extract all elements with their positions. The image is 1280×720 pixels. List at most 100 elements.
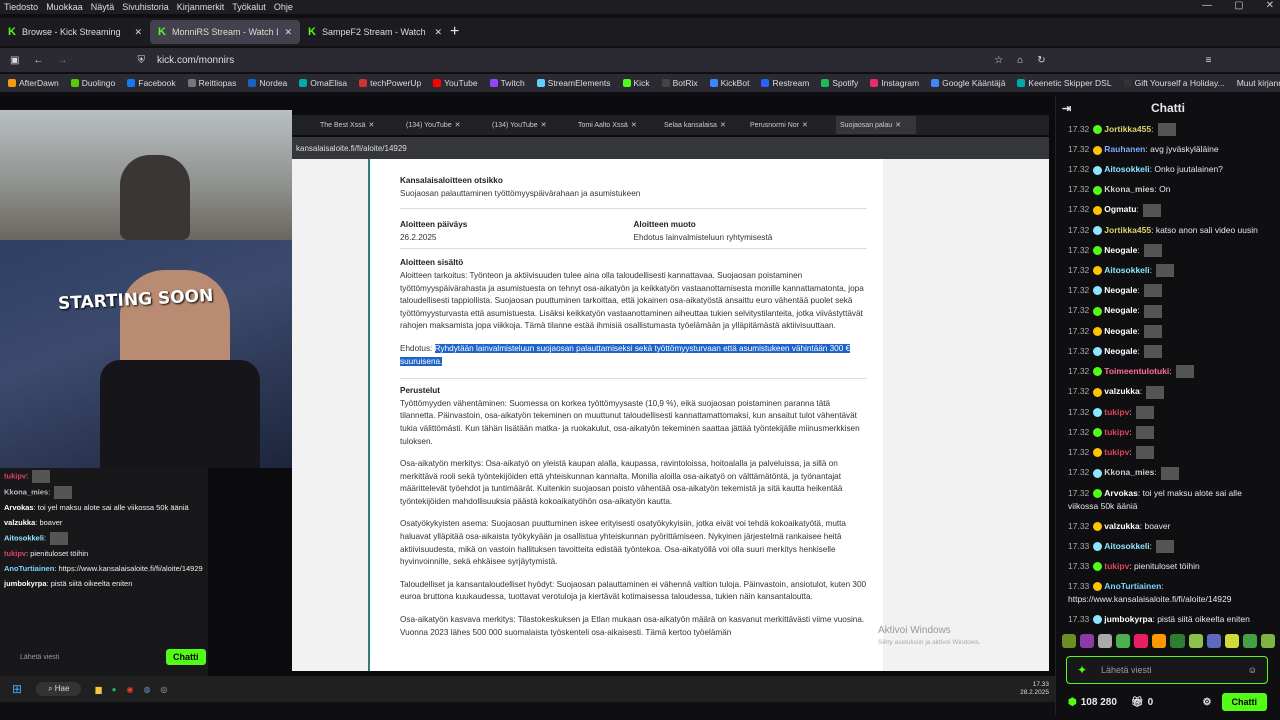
emote-icon[interactable] xyxy=(1080,634,1095,648)
inner-tab-close-icon[interactable]: ✕ xyxy=(720,121,726,129)
message-user[interactable]: Neogale xyxy=(1104,305,1137,315)
message-user[interactable]: valzukka xyxy=(1104,521,1139,531)
message-user[interactable]: Kkona_mies xyxy=(1104,467,1154,477)
message-user[interactable]: AnoTurtiainen xyxy=(1104,581,1161,591)
bookmark-item[interactable]: AfterDawn xyxy=(8,78,59,88)
message-user[interactable]: tukipv xyxy=(1104,447,1129,457)
chat-send-button[interactable]: Chatti xyxy=(1221,693,1267,711)
menu-item[interactable]: Kirjanmerkit xyxy=(177,2,225,12)
message-user[interactable]: Aitosokkeli xyxy=(1104,541,1149,551)
message-user[interactable]: tukipv xyxy=(1104,561,1129,571)
inner-tab-close-icon[interactable]: ✕ xyxy=(369,121,375,129)
menu-item[interactable]: Sivuhistoria xyxy=(122,2,169,12)
tab-close-icon[interactable]: ✕ xyxy=(134,27,142,38)
windows-start-icon[interactable]: ⊞ xyxy=(12,682,22,696)
bookmark-item[interactable]: OmaElisa xyxy=(299,78,347,88)
inner-tab-close-icon[interactable]: ✕ xyxy=(895,121,901,129)
emote-icon[interactable] xyxy=(1062,634,1077,648)
bookmark-item[interactable]: BotRix xyxy=(661,78,698,88)
browser-tab[interactable]: K Browse - Kick Streaming ✕ xyxy=(0,20,150,44)
message-user[interactable]: valzukka xyxy=(1104,386,1139,396)
bookmark-item[interactable]: techPowerUp xyxy=(359,78,421,88)
overlay-chat-input[interactable]: Lähetä viesti xyxy=(20,654,60,661)
message-user[interactable]: tukipv xyxy=(1104,427,1129,437)
overlay-chat-button[interactable]: Chatti xyxy=(166,649,206,665)
menu-item[interactable]: Näytä xyxy=(91,2,115,12)
chat-input[interactable]: ✦ Lähetä viesti ☺ xyxy=(1066,656,1268,684)
bookmark-item[interactable]: Restream xyxy=(761,78,809,88)
settings-icon[interactable]: ⚙ xyxy=(1203,697,1212,708)
bookmark-item[interactable]: YouTube xyxy=(433,78,478,88)
address-bar[interactable]: kick.com/monnirs xyxy=(157,55,234,66)
message-user[interactable]: Neogale xyxy=(1104,245,1137,255)
menu-icon[interactable]: ≡ xyxy=(1206,55,1212,66)
bookmark-item[interactable]: Nordea xyxy=(248,78,287,88)
message-user[interactable]: Jortikka455 xyxy=(1104,124,1151,134)
bookmark-item[interactable]: Google Kääntäjä xyxy=(931,78,1005,88)
inner-tab-close-icon[interactable]: ✕ xyxy=(455,121,461,129)
inner-tab[interactable]: (134) YouTube ✕ xyxy=(406,121,486,130)
message-user[interactable]: Neogale xyxy=(1104,346,1137,356)
menu-item[interactable]: Muokkaa xyxy=(46,2,83,12)
gift-icon[interactable]: 🎁︎ xyxy=(1131,697,1144,708)
emote-icon[interactable] xyxy=(1242,634,1257,648)
inner-tab[interactable]: The Best Xssä ✕ xyxy=(320,121,400,130)
bookmark-item[interactable]: Kick xyxy=(622,78,650,88)
emote-icon[interactable] xyxy=(1134,634,1149,648)
message-user[interactable]: Jortikka455 xyxy=(1104,225,1151,235)
message-user[interactable]: jumbokyrpa xyxy=(1104,614,1152,624)
message-user[interactable]: Aitosokkeli xyxy=(1104,265,1149,275)
inner-tab[interactable]: (134) YouTube ✕ xyxy=(492,121,572,130)
inner-tab-close-icon[interactable]: ✕ xyxy=(541,121,547,129)
bookmark-item[interactable]: Twitch xyxy=(489,78,525,88)
discord-icon[interactable]: ◍ xyxy=(143,685,150,694)
emote-icon[interactable] xyxy=(1188,634,1203,648)
bookmark-item[interactable]: Spotify xyxy=(821,78,858,88)
forward-icon[interactable]: → xyxy=(57,55,67,66)
taskbar-search[interactable]: ⌕ Hae xyxy=(36,682,82,696)
obs-icon[interactable]: ◎ xyxy=(160,685,167,694)
inner-tab[interactable]: Selaa kansalaisa ✕ xyxy=(664,121,744,130)
emote-icon[interactable] xyxy=(1170,634,1185,648)
message-user[interactable]: Rauhanen xyxy=(1104,144,1145,154)
bookmark-item[interactable]: Gift Yourself a Holiday... xyxy=(1123,78,1225,88)
tab-close-icon[interactable]: ✕ xyxy=(284,27,292,38)
collapse-chat-icon[interactable]: ⇥ xyxy=(1062,102,1071,115)
sidebar-icon[interactable]: ▣ xyxy=(10,55,19,66)
emote-icon[interactable] xyxy=(1260,634,1275,648)
bookmark-star-icon[interactable]: ☆ xyxy=(994,55,1003,66)
spotify-icon[interactable]: ● xyxy=(112,685,117,694)
other-bookmarks[interactable]: Muut kirjanmerkit xyxy=(1237,78,1280,88)
bookmark-item[interactable]: Reittiopas xyxy=(187,78,236,88)
bookmark-item[interactable]: StreamElements xyxy=(536,78,611,88)
emote-icon[interactable] xyxy=(1152,634,1167,648)
message-user[interactable]: Ogmatu xyxy=(1104,204,1136,214)
bookmark-item[interactable]: Keenetic Skipper DSL xyxy=(1017,78,1112,88)
maximize-icon[interactable]: ▢ xyxy=(1234,0,1243,11)
message-user[interactable]: Arvokas xyxy=(1104,488,1138,498)
menu-item[interactable]: Työkalut xyxy=(232,2,266,12)
bookmark-item[interactable]: Duolingo xyxy=(70,78,115,88)
bookmark-item[interactable]: Instagram xyxy=(870,78,919,88)
browser-tab[interactable]: K MonniRS Stream - Watch Li ✕ xyxy=(150,20,300,44)
emote-icon[interactable] xyxy=(1224,634,1239,648)
menu-item[interactable]: Tiedosto xyxy=(4,2,38,12)
message-user[interactable]: Kkona_mies xyxy=(1104,184,1154,194)
message-user[interactable]: Aitosokkeli xyxy=(1104,164,1149,174)
menu-item[interactable]: Ohje xyxy=(274,2,293,12)
emoji-icon[interactable]: ☺ xyxy=(1248,665,1257,675)
bookmark-item[interactable]: KickBot xyxy=(709,78,749,88)
points-icon[interactable]: ⬢ xyxy=(1068,697,1077,708)
reload-icon[interactable]: ↻ xyxy=(1037,55,1045,66)
inner-tab[interactable]: Tomi Aalto Xssä ✕ xyxy=(578,121,658,130)
home-icon[interactable]: ⌂ xyxy=(1017,55,1023,66)
emote-icon[interactable] xyxy=(1098,634,1113,648)
minimize-icon[interactable]: — xyxy=(1202,0,1212,11)
shield-icon[interactable]: ⛨ xyxy=(137,55,145,66)
chrome-icon[interactable]: ◉ xyxy=(126,685,133,694)
back-icon[interactable]: ← xyxy=(33,55,43,66)
browser-tab[interactable]: K SampeF2 Stream - Watch Li ✕ xyxy=(300,20,450,44)
close-icon[interactable]: ✕ xyxy=(1266,0,1274,11)
emote-icon[interactable] xyxy=(1206,634,1221,648)
inner-tab-close-icon[interactable]: ✕ xyxy=(631,121,637,129)
